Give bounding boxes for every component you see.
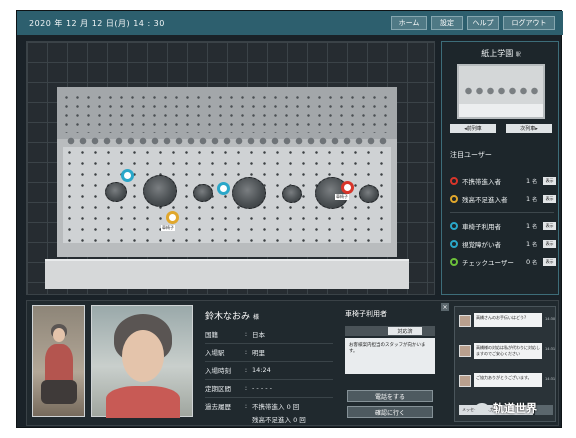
portrait-face <box>122 330 164 382</box>
crowd-cluster <box>143 175 177 207</box>
watermark: 轨道世界 <box>475 400 537 416</box>
low-balance-user-marker[interactable] <box>166 211 179 224</box>
attention-row-wheelchair: 車椅子利用者 1 名 表示 <box>450 219 557 233</box>
user-name: 鈴木なおみ様 <box>205 312 260 322</box>
settings-button[interactable]: 設定 <box>431 16 463 30</box>
crowd-cluster <box>282 185 302 203</box>
wheelchair-user-marker[interactable] <box>121 169 134 182</box>
chat-message: 高橋様の対応は私が代わりに対応しますのでご安心ください 14:31 <box>459 343 555 359</box>
info-row: 過去履歴: 不携帯進入 0 回 <box>205 402 300 411</box>
crowd-cluster <box>232 177 266 209</box>
staff-message: お客様案内担当のスタッフが向かいます。 <box>345 338 435 374</box>
red-ring-icon <box>450 177 458 185</box>
call-button[interactable]: 電話をする <box>347 390 433 402</box>
wheelchair-section-title: 車椅子利用者 <box>345 310 387 318</box>
station-thumbnail[interactable] <box>457 64 545 119</box>
marker-tag: 車椅子 <box>335 194 349 200</box>
photo-wheelchair <box>41 380 77 404</box>
marker-tag: 車椅子 <box>161 225 175 231</box>
avatar <box>459 345 471 357</box>
avatar <box>459 375 471 387</box>
platform-view <box>45 87 409 289</box>
divider <box>205 397 333 398</box>
attention-row-visually-impaired: 視覚障がい者 1 名 表示 <box>450 237 557 251</box>
divider <box>450 212 554 213</box>
app-screen: 2020 年 12 月 12 日(月) 14 : 30 ホーム 設定 ヘルプ ロ… <box>16 10 563 428</box>
chat-message: 高橋さんのお手伝いはどう? 14:30 <box>459 313 555 329</box>
visually-impaired-user-marker[interactable] <box>217 182 230 195</box>
go-confirm-button[interactable]: 確認に行く <box>347 406 433 418</box>
show-wheelchair-button[interactable]: 表示 <box>543 222 557 230</box>
info-row: 定期区間: - - - - - <box>205 384 272 393</box>
side-panel: 紙上学園 駅 ◂ 前列車 次列車 ▸ 注目ユーザー 不携帯進入者 1 名 表示 … <box>441 41 559 295</box>
show-low-balance-button[interactable]: 表示 <box>543 195 557 203</box>
crowd-dots-upper <box>61 93 391 133</box>
no-ticket-user-marker[interactable] <box>341 181 354 194</box>
help-button[interactable]: ヘルプ <box>467 16 499 30</box>
platform-roof <box>57 87 397 139</box>
crowd-cluster <box>193 184 213 202</box>
close-icon[interactable]: × <box>441 303 449 311</box>
top-bar: 2020 年 12 月 12 日(月) 14 : 30 ホーム 設定 ヘルプ ロ… <box>17 11 563 35</box>
chat-bubble-icon <box>475 402 489 414</box>
platform-edge <box>45 259 409 289</box>
user-portrait <box>91 305 193 418</box>
chat-message: ご協力ありがとうございます。 14:31 <box>459 373 555 389</box>
station-map-panel[interactable]: 車椅子 車椅子 <box>26 41 435 295</box>
lighting-row <box>65 137 389 145</box>
avatar <box>459 315 471 327</box>
prev-train-button[interactable]: ◂ 前列車 <box>450 124 496 133</box>
thumbnail-lights <box>463 86 539 96</box>
photo-face <box>53 328 65 342</box>
info-row: 国籍: 日本 <box>205 330 265 339</box>
station-name: 紙上学園 駅 <box>481 49 521 58</box>
info-row: 入場時刻:14:24 <box>205 366 271 375</box>
divider <box>205 343 333 344</box>
history-line-2: 残高不足進入 0 回 <box>252 416 306 424</box>
attention-row-no-ticket: 不携帯進入者 1 名 表示 <box>450 174 557 188</box>
attention-users-title: 注目ユーザー <box>450 151 492 159</box>
home-button[interactable]: ホーム <box>391 16 427 30</box>
blue-ring-icon <box>450 240 458 248</box>
divider <box>205 379 333 380</box>
handled-button[interactable]: 対応済 <box>388 327 422 335</box>
crowd-cluster <box>359 185 379 203</box>
wheelchair-photo <box>32 305 85 417</box>
show-no-ticket-button[interactable]: 表示 <box>543 177 557 185</box>
yellow-ring-icon <box>450 195 458 203</box>
show-check-user-button[interactable]: 表示 <box>543 258 557 266</box>
blue-ring-icon <box>450 222 458 230</box>
attention-row-check-user: チェックユーザー 0 名 表示 <box>450 255 557 269</box>
attention-row-low-balance: 残高不足進入者 1 名 表示 <box>450 192 557 206</box>
divider <box>205 361 333 362</box>
green-ring-icon <box>450 258 458 266</box>
show-visually-impaired-button[interactable]: 表示 <box>543 240 557 248</box>
thumbnail-platform <box>459 104 543 117</box>
next-train-button[interactable]: 次列車 ▸ <box>506 124 552 133</box>
portrait-body <box>106 386 180 418</box>
send-button[interactable] <box>535 405 553 415</box>
crowd-cluster <box>105 182 127 202</box>
logout-button[interactable]: ログアウト <box>503 16 555 30</box>
photo-body <box>45 344 73 384</box>
current-datetime: 2020 年 12 月 12 日(月) 14 : 30 <box>29 19 165 28</box>
info-row: 入場駅: 明里 <box>205 348 265 357</box>
